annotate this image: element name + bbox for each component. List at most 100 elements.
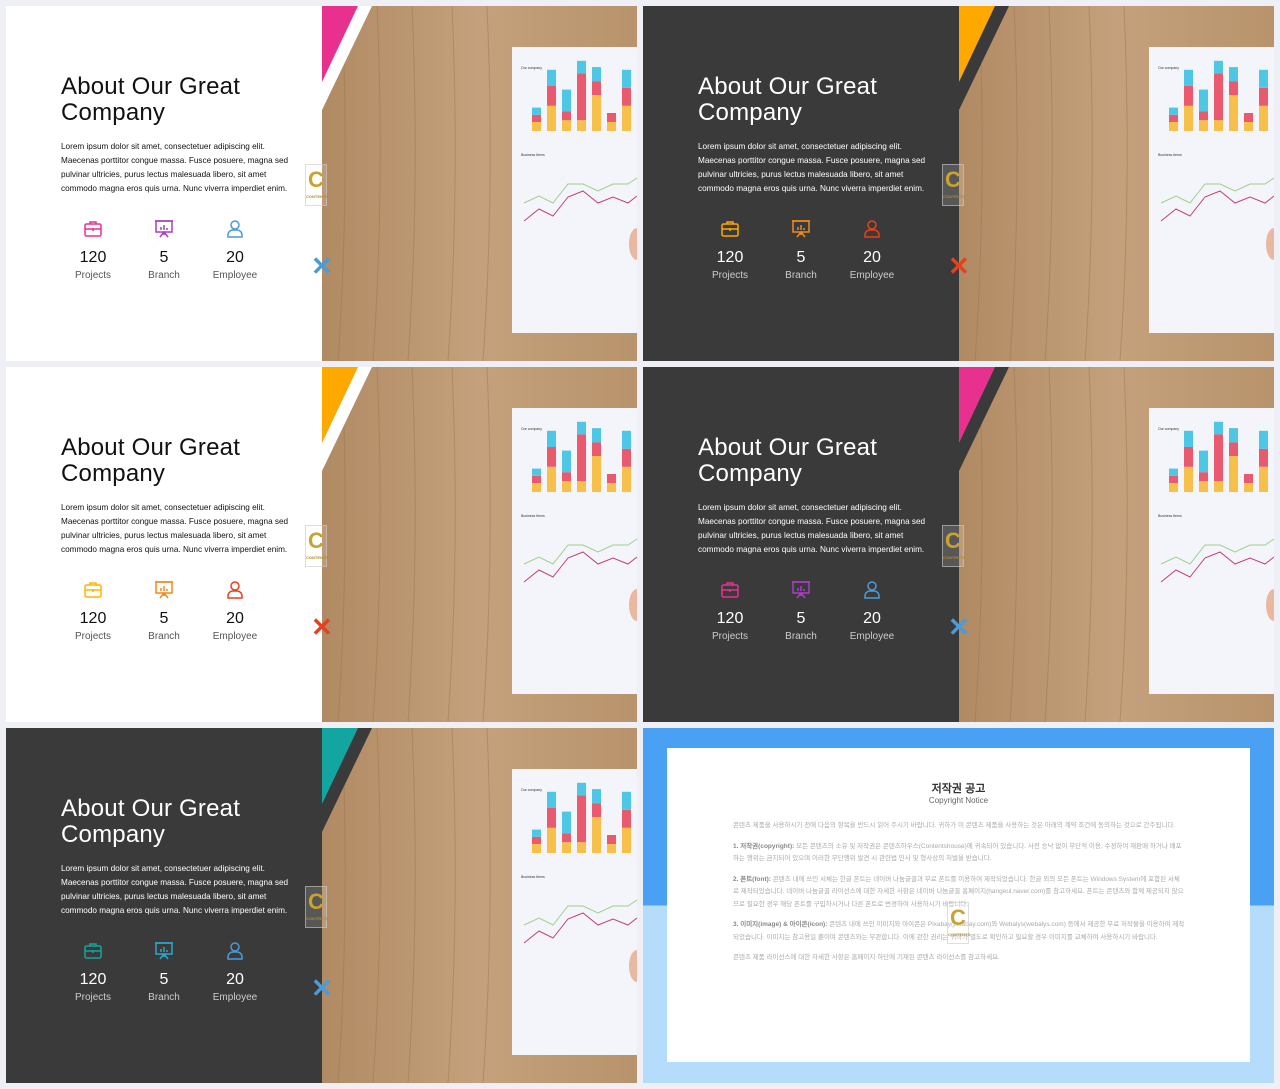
stat-branch: 5 Branch (761, 218, 841, 281)
title-line: About Our Great (61, 434, 241, 461)
stat-label: Employee (849, 270, 895, 281)
slide-3[interactable]: About Our Great Company Lorem ipsum dolor… (6, 367, 637, 722)
presentation-board-icon (155, 220, 173, 238)
photo-bar (547, 86, 556, 106)
photo-bar (1229, 442, 1238, 456)
photo-bar (1169, 122, 1178, 131)
photo-bar (1244, 474, 1253, 483)
slide-2[interactable]: About Our Great Company Lorem ipsum dolor… (643, 6, 1274, 361)
presentation-board-icon (792, 581, 810, 599)
slide-5[interactable]: About Our Great Company Lorem ipsum dolor… (6, 728, 637, 1083)
photo-bar (1184, 86, 1193, 106)
photo-bar (1199, 111, 1208, 121)
photo-bar (1259, 87, 1268, 106)
copyright-title: 저작권 공고 (931, 783, 986, 795)
stat-employee: 20 Employee (195, 579, 275, 642)
photo-bar (607, 113, 616, 122)
title-line: About Our Great (61, 73, 241, 100)
photo-chart-title: Business Items (1158, 514, 1182, 518)
photo-bar (562, 89, 571, 112)
stat-projects: 120 Projects (53, 579, 133, 642)
desk-photo: Our company Business Items (322, 728, 637, 1083)
stat-projects: 120 Projects (690, 218, 770, 281)
photo-bar (1169, 468, 1178, 476)
photo-bar (547, 466, 556, 492)
stat-employee: 20 Employee (195, 218, 275, 281)
text-panel: About Our Great Company Lorem ipsum dolor… (643, 6, 959, 361)
photo-chart-title: Business Items (521, 875, 545, 879)
close-x-icon: ✕ (311, 251, 333, 281)
photo-bar (622, 827, 631, 853)
copyright-outro: 콘텐츠 제품 라이선스에 대한 자세한 사항은 홈페이지 하단에 기재된 콘텐츠… (733, 954, 1000, 961)
photo-bar (1229, 67, 1238, 82)
text-panel: About Our Great Company Lorem ipsum dolor… (6, 367, 322, 722)
photo-bar (1199, 89, 1208, 112)
stat-label: Projects (74, 992, 112, 1003)
stat-value: 20 (863, 249, 881, 266)
desk-photo: Our company Business Items (959, 6, 1274, 361)
photo-bar (1259, 448, 1268, 467)
photo-bar (532, 468, 541, 476)
photo-bar (1244, 113, 1253, 122)
photo-chart-title: Our company (521, 66, 542, 70)
text-panel: About Our Great Company Lorem ipsum dolor… (6, 6, 322, 361)
copyright-item: 1. 저작권(copyright): 모든 콘텐츠의 소유 및 저작권은 콘텐츠… (733, 841, 1185, 866)
photo-bar (622, 105, 631, 131)
title-line: About Our Great (698, 434, 878, 461)
stat-value: 120 (79, 971, 107, 988)
photo-bar (562, 811, 571, 834)
title-line: Company (61, 460, 166, 487)
text-panel: About Our Great Company Lorem ipsum dolor… (643, 367, 959, 722)
photo-paper (512, 408, 637, 694)
copyright-slide[interactable]: 저작권 공고 Copyright Notice 콘텐츠 제품을 사용하시기 전에… (643, 728, 1274, 1083)
briefcase-icon (721, 582, 739, 598)
photo-bar (1229, 81, 1238, 95)
photo-bar (562, 450, 571, 473)
photo-bar (1184, 69, 1193, 86)
stat-employee: 20 Employee (832, 579, 912, 642)
stat-label: Branch (785, 270, 817, 281)
slide-1[interactable]: About Our Great Company Lorem ipsum dolor… (6, 6, 637, 361)
body-text: Lorem ipsum dolor sit amet, consectetuer… (698, 503, 926, 554)
slide-title: About Our Great Company (698, 435, 877, 487)
stat-branch: 5 Branch (761, 579, 841, 642)
photo-chart-title: Our company (521, 427, 542, 431)
user-icon (864, 220, 880, 238)
watermark-logo: C CONTENTS (947, 902, 970, 944)
close-x-icon: ✕ (948, 612, 970, 642)
stat-label: Employee (212, 992, 258, 1003)
presentation-board-icon (155, 942, 173, 960)
photo-bar (1214, 120, 1223, 131)
stat-label: Branch (148, 992, 180, 1003)
desk-photo: Our company Business Items (322, 6, 637, 361)
photo-bar (547, 105, 556, 131)
photo-bar (592, 81, 601, 95)
photo-bar (1244, 483, 1253, 492)
title-line: Company (698, 99, 803, 126)
photo-bar (592, 67, 601, 82)
photo-bar (1199, 481, 1208, 492)
photo-bar (1259, 105, 1268, 131)
photo-bar (592, 803, 601, 817)
user-icon (227, 942, 243, 960)
slide-4[interactable]: About Our Great Company Lorem ipsum dolor… (643, 367, 1274, 722)
photo-paper (512, 769, 637, 1055)
photo-bar (577, 434, 586, 482)
photo-bar (622, 809, 631, 828)
title-line: About Our Great (61, 795, 241, 822)
photo-bar (1169, 475, 1178, 483)
item-head: 1. 저작권(copyright): (733, 842, 795, 850)
photo-bar (1214, 421, 1223, 435)
stat-value: 5 (796, 249, 806, 266)
close-x-icon: ✕ (311, 973, 333, 1003)
stat-label: Employee (849, 631, 895, 642)
briefcase-icon (84, 943, 102, 959)
photo-bar (1184, 105, 1193, 131)
briefcase-icon (84, 221, 102, 237)
photo-bar (1229, 428, 1238, 443)
photo-paper (1149, 408, 1274, 694)
photo-bar (547, 447, 556, 467)
presentation-board-icon (155, 581, 173, 599)
title-line: Company (61, 821, 166, 848)
stat-value: 20 (226, 971, 244, 988)
